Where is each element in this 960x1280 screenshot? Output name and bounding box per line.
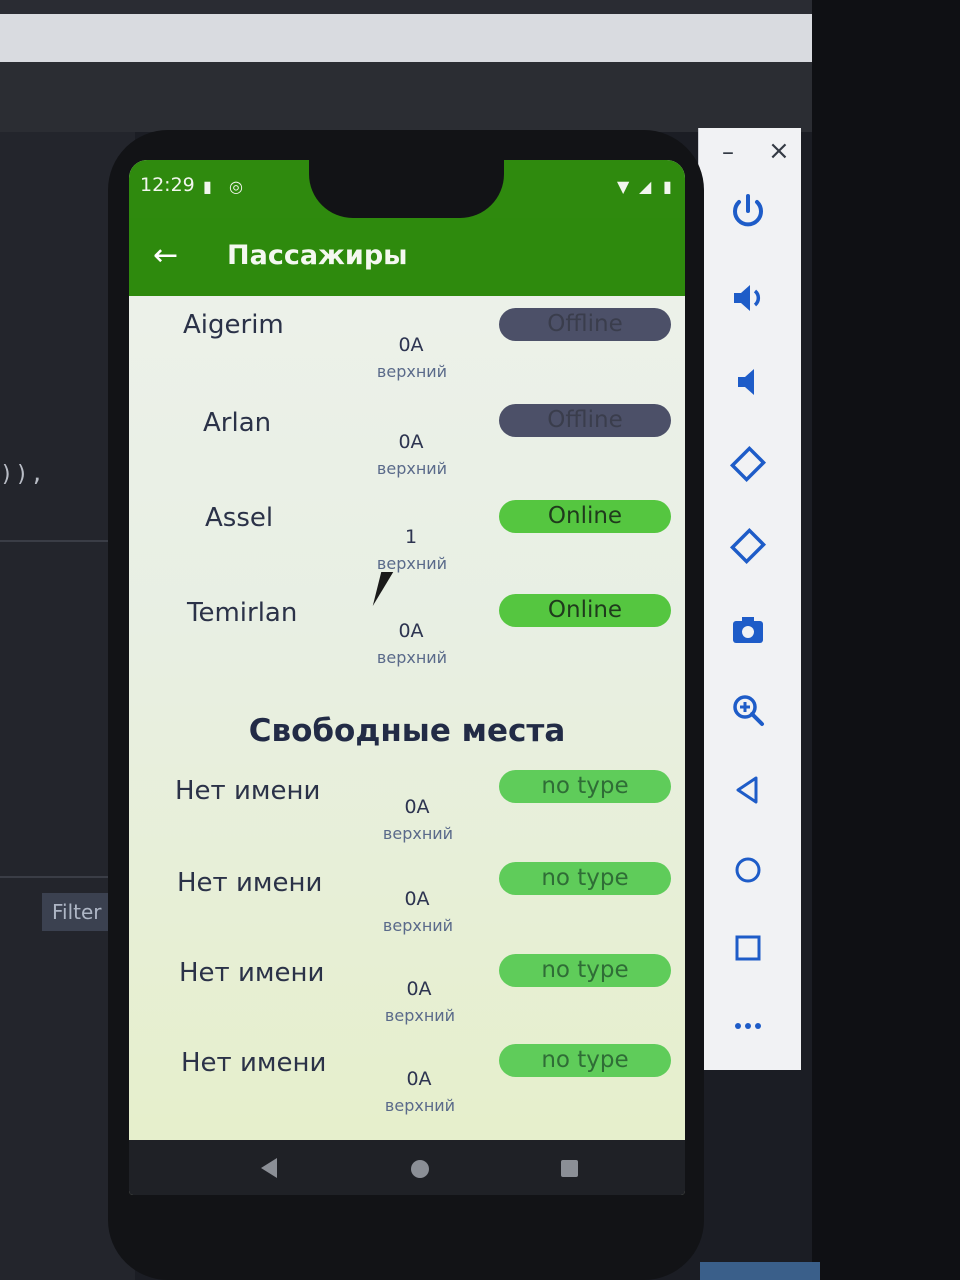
seat-number: 1	[404, 526, 418, 548]
seat-name: Нет имени	[177, 868, 323, 898]
app-bar: ← Пассажиры	[129, 218, 685, 296]
list-item[interactable]: Нет имени 0A верхний no type	[129, 770, 685, 860]
status-badge: no type	[499, 862, 671, 895]
signal-icon: ◢	[639, 177, 652, 196]
home-icon[interactable]	[724, 846, 772, 894]
battery-icon: ▮	[663, 177, 672, 196]
seat-number: 0A	[398, 431, 424, 453]
seat-type: верхний	[376, 362, 448, 381]
nav-home-icon[interactable]	[411, 1160, 429, 1178]
phone-screen: 12:29 ▮ ◎ ▼ ◢ ▮ ← Пассажиры Aigerim 0A в…	[129, 160, 685, 1195]
code-snippet: )),	[0, 462, 46, 487]
taskbar-strip	[700, 1262, 820, 1280]
status-badge: no type	[499, 770, 671, 803]
volume-down-icon[interactable]	[724, 358, 772, 406]
sd-card-icon: ▮	[203, 177, 212, 196]
list-item[interactable]: Temirlan 0A верхний Online	[129, 594, 685, 684]
passenger-name: Arlan	[203, 408, 272, 438]
seat-type: верхний	[376, 554, 448, 573]
seat-number: 0A	[404, 796, 430, 818]
list-item[interactable]: Нет имени 0A верхний no type	[129, 1044, 685, 1134]
seat-number: 0A	[406, 978, 432, 1000]
section-title: Свободные места	[248, 713, 566, 749]
wifi-icon: ▼	[617, 177, 630, 196]
background-dark-area	[812, 0, 960, 1280]
seat-type: верхний	[384, 1006, 456, 1025]
nav-recents-icon[interactable]	[561, 1160, 578, 1177]
seat-number: 0A	[404, 888, 430, 910]
seat-number: 0A	[406, 1068, 432, 1090]
seat-name: Нет имени	[179, 958, 325, 988]
seat-type: верхний	[382, 916, 454, 935]
rotate-right-icon[interactable]	[724, 522, 772, 570]
seat-number: 0A	[398, 620, 424, 642]
status-badge: no type	[499, 1044, 671, 1077]
sync-icon: ◎	[229, 177, 243, 196]
status-badge: Offline	[499, 404, 671, 437]
zoom-icon[interactable]	[724, 686, 772, 734]
more-icon[interactable]	[724, 1002, 772, 1050]
list-item[interactable]: Нет имени 0A верхний no type	[129, 862, 685, 952]
list-item[interactable]: Arlan 0A верхний Offline	[129, 404, 685, 494]
status-time: 12:29	[140, 174, 195, 196]
status-badge: no type	[499, 954, 671, 987]
overview-icon[interactable]	[724, 924, 772, 972]
status-badge: Offline	[499, 308, 671, 341]
android-nav-bar	[129, 1140, 685, 1195]
page-title: Пассажиры	[227, 240, 408, 271]
close-button[interactable]: ×	[768, 136, 790, 166]
seat-type: верхний	[382, 824, 454, 843]
passenger-name: Temirlan	[187, 598, 298, 628]
list-item[interactable]: Нет имени 0A верхний no type	[129, 954, 685, 1044]
seat-number: 0A	[398, 334, 424, 356]
volume-up-icon[interactable]	[724, 274, 772, 322]
status-badge: Online	[499, 500, 671, 533]
ide-toolbar	[0, 62, 830, 132]
power-icon[interactable]	[724, 188, 772, 236]
camera-notch	[309, 160, 504, 218]
seat-type: верхний	[376, 648, 448, 667]
arrow-left-icon[interactable]: ←	[153, 237, 178, 275]
list-item[interactable]: Assel 1 верхний Online	[129, 500, 685, 590]
passenger-name: Aigerim	[183, 310, 284, 340]
seat-name: Нет имени	[181, 1048, 327, 1078]
list-item[interactable]: Aigerim 0A верхний Offline	[129, 308, 685, 398]
rotate-left-icon[interactable]	[724, 440, 772, 488]
status-badge: Online	[499, 594, 671, 627]
camera-icon[interactable]	[724, 606, 772, 654]
seat-type: верхний	[376, 459, 448, 478]
seat-name: Нет имени	[175, 776, 321, 806]
minimize-button[interactable]: –	[722, 138, 734, 166]
back-icon[interactable]	[724, 766, 772, 814]
nav-back-icon[interactable]	[261, 1158, 277, 1178]
seat-type: верхний	[384, 1096, 456, 1115]
passenger-name: Assel	[205, 503, 274, 533]
